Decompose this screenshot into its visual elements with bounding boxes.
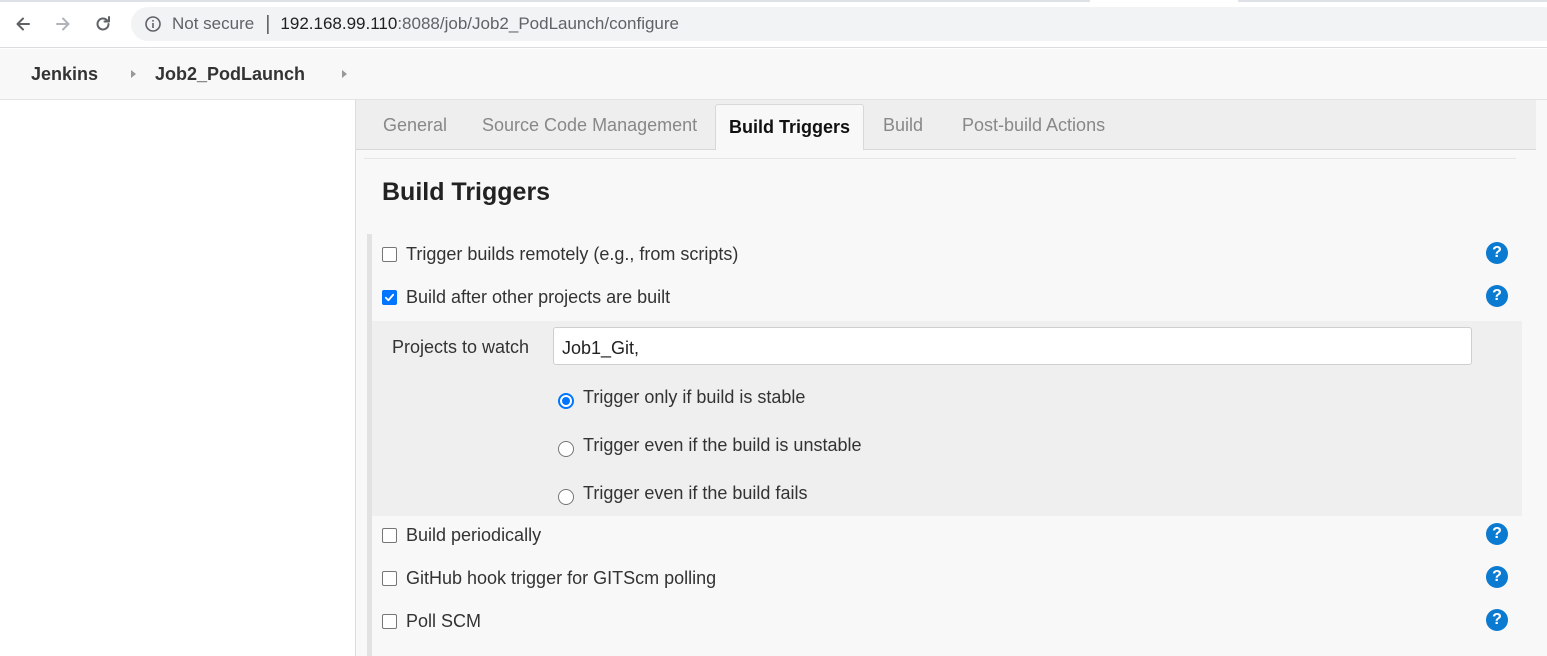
trigger-github-hook-row[interactable]: GitHub hook trigger for GITScm polling bbox=[382, 566, 716, 590]
breadcrumb-arrow-icon[interactable] bbox=[342, 70, 347, 78]
radio-fails-row[interactable]: Trigger even if the build fails bbox=[558, 481, 807, 505]
breadcrumb-arrow-icon[interactable] bbox=[131, 70, 136, 78]
help-icon[interactable]: ? bbox=[1486, 523, 1508, 545]
config-tabs: General Source Code Management Build Tri… bbox=[356, 100, 1536, 150]
trigger-periodic-row[interactable]: Build periodically bbox=[382, 523, 541, 547]
projects-to-watch-input[interactable]: Job1_Git, bbox=[553, 327, 1472, 365]
forward-icon[interactable] bbox=[51, 12, 75, 36]
url-host[interactable]: 192.168.99.110 bbox=[280, 14, 397, 34]
config-panel: General Source Code Management Build Tri… bbox=[355, 100, 1547, 656]
browser-toolbar: Not secure | 192.168.99.110:8088/job/Job… bbox=[0, 0, 1547, 48]
build-periodically-label[interactable]: Build periodically bbox=[406, 525, 541, 546]
projects-to-watch-label: Projects to watch bbox=[392, 337, 530, 357]
build-after-label[interactable]: Build after other projects are built bbox=[406, 287, 670, 308]
section-title: Build Triggers bbox=[382, 178, 551, 206]
tab-post-build-actions[interactable]: Post-build Actions bbox=[962, 100, 1105, 150]
trigger-build-after-row[interactable]: Build after other projects are built bbox=[382, 285, 670, 309]
divider bbox=[364, 158, 1516, 159]
tab-build-triggers[interactable]: Build Triggers bbox=[715, 104, 865, 150]
radio-stable[interactable] bbox=[558, 392, 574, 409]
radio-fails-label[interactable]: Trigger even if the build fails bbox=[583, 483, 807, 504]
build-after-checkbox[interactable] bbox=[382, 289, 397, 305]
radio-fails[interactable] bbox=[558, 488, 574, 505]
trigger-remote-label[interactable]: Trigger builds remotely (e.g., from scri… bbox=[406, 244, 738, 265]
poll-scm-label[interactable]: Poll SCM bbox=[406, 611, 481, 632]
url-path[interactable]: :8088/job/Job2_PodLaunch/configure bbox=[397, 14, 679, 34]
url-separator: | bbox=[265, 13, 271, 35]
breadcrumb: Jenkins Job2_PodLaunch bbox=[0, 49, 1547, 100]
poll-scm-checkbox[interactable] bbox=[382, 613, 397, 629]
tabstrip-edge bbox=[0, 0, 1547, 2]
tab-source-code-management[interactable]: Source Code Management bbox=[482, 100, 697, 150]
trigger-remote-row[interactable]: Trigger builds remotely (e.g., from scri… bbox=[382, 242, 738, 266]
back-icon[interactable] bbox=[11, 12, 35, 36]
github-hook-label[interactable]: GitHub hook trigger for GITScm polling bbox=[406, 568, 716, 589]
info-icon[interactable] bbox=[145, 16, 161, 32]
help-icon[interactable]: ? bbox=[1486, 285, 1508, 307]
tab-build[interactable]: Build bbox=[883, 100, 923, 150]
tab-general[interactable]: General bbox=[383, 100, 447, 150]
radio-stable-label[interactable]: Trigger only if build is stable bbox=[583, 387, 805, 408]
radio-unstable-label[interactable]: Trigger even if the build is unstable bbox=[583, 435, 862, 456]
breadcrumb-job[interactable]: Job2_PodLaunch bbox=[155, 64, 305, 85]
trigger-poll-scm-row[interactable]: Poll SCM bbox=[382, 609, 481, 633]
help-icon[interactable]: ? bbox=[1486, 566, 1508, 588]
radio-unstable[interactable] bbox=[558, 440, 574, 457]
reload-icon[interactable] bbox=[91, 12, 115, 36]
trigger-remote-checkbox[interactable] bbox=[382, 246, 397, 262]
help-icon[interactable]: ? bbox=[1486, 242, 1508, 264]
radio-stable-row[interactable]: Trigger only if build is stable bbox=[558, 385, 805, 409]
help-icon[interactable]: ? bbox=[1486, 609, 1508, 631]
security-label[interactable]: Not secure bbox=[172, 14, 254, 34]
build-periodically-checkbox[interactable] bbox=[382, 527, 397, 543]
breadcrumb-jenkins[interactable]: Jenkins bbox=[31, 64, 98, 85]
github-hook-checkbox[interactable] bbox=[382, 570, 397, 586]
address-bar[interactable]: Not secure | 192.168.99.110:8088/job/Job… bbox=[131, 7, 1547, 41]
radio-unstable-row[interactable]: Trigger even if the build is unstable bbox=[558, 433, 862, 457]
